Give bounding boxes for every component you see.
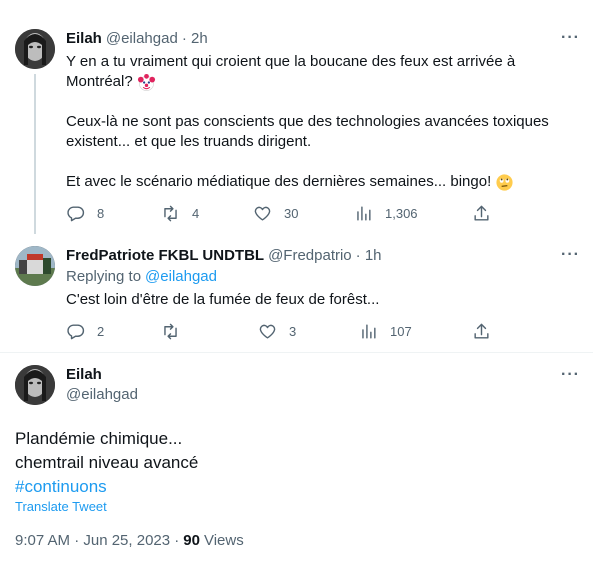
share-button[interactable] xyxy=(472,204,503,223)
reply-icon xyxy=(67,206,85,222)
hashtag-link[interactable]: #continuons xyxy=(15,475,198,499)
timestamp[interactable]: · 2h xyxy=(182,30,208,47)
clown-emoji-icon xyxy=(137,73,155,91)
retweet-count: 4 xyxy=(192,206,200,221)
tweet-text: C'est loin d'être de la fumée de feux de… xyxy=(66,291,380,308)
views-count: 1,306 xyxy=(385,206,418,221)
tweet-header: Eilah @eilahgad · 2h xyxy=(66,30,208,47)
like-icon xyxy=(259,324,276,339)
avatar[interactable] xyxy=(15,365,55,405)
views-icon xyxy=(357,206,371,221)
tweet-meta: 9:07 AM · Jun 25, 2023 · 90 Views xyxy=(15,532,244,549)
more-icon[interactable]: ··· xyxy=(561,246,580,264)
views-button[interactable]: 1,306 xyxy=(354,204,418,223)
views-label: Views xyxy=(203,532,244,549)
replying-label: Replying to xyxy=(66,268,142,285)
retweet-button[interactable] xyxy=(161,322,192,341)
tweet-line: existent... et que les truands dirigent. xyxy=(66,133,312,150)
translate-tweet-link[interactable]: Translate Tweet xyxy=(15,499,107,514)
views-button[interactable]: 107 xyxy=(359,322,412,341)
replying-to: Replying to @eilahgad xyxy=(66,268,217,285)
handle[interactable]: @eilahgad xyxy=(106,30,178,47)
handle[interactable]: @eilahgad xyxy=(66,386,138,403)
avatar[interactable] xyxy=(15,29,55,69)
reply-icon xyxy=(67,324,85,340)
tweet-line: Ceux-là ne sont pas conscients que des t… xyxy=(66,113,549,130)
reply-button[interactable]: 2 xyxy=(66,322,104,341)
retweet-icon xyxy=(164,323,177,340)
post-timestamp[interactable]: 9:07 AM · Jun 25, 2023 · xyxy=(15,532,179,549)
display-name[interactable]: FredPatriote FKBL UNDTBL xyxy=(66,247,264,264)
tweet-line: Montréal? xyxy=(66,73,133,90)
timestamp[interactable]: · 1h xyxy=(356,247,382,264)
display-name[interactable]: Eilah xyxy=(66,366,102,383)
more-icon[interactable]: ··· xyxy=(561,29,580,47)
replying-handle-link[interactable]: @eilahgad xyxy=(145,268,217,285)
avatar-image xyxy=(15,246,55,286)
tweet-header: FredPatriote FKBL UNDTBL @Fredpatrio · 1… xyxy=(66,247,382,264)
share-icon xyxy=(474,323,489,339)
views-total: 90 xyxy=(183,532,200,549)
eyeroll-emoji-icon xyxy=(496,173,513,191)
handle[interactable]: @Fredpatrio xyxy=(268,247,352,264)
reply-count: 8 xyxy=(97,206,105,221)
tweet-text: Y en a tu vraiment qui croient que la bo… xyxy=(66,52,549,192)
tweet-line: Et avec le scénario médiatique des derni… xyxy=(66,173,492,190)
avatar-image xyxy=(15,365,55,405)
views-count: 107 xyxy=(390,324,412,339)
like-count: 30 xyxy=(284,206,299,221)
divider xyxy=(0,352,593,353)
views-icon xyxy=(362,324,376,339)
retweet-icon xyxy=(164,205,177,222)
avatar[interactable] xyxy=(15,246,55,286)
more-icon[interactable]: ··· xyxy=(561,366,580,384)
share-icon xyxy=(474,205,489,221)
retweet-button[interactable]: 4 xyxy=(161,204,199,223)
tweet-line: Plandémie chimique... xyxy=(15,429,183,448)
reply-button[interactable]: 8 xyxy=(66,204,104,223)
like-button[interactable]: 30 xyxy=(253,204,298,223)
tweet-line: Y en a tu vraiment qui croient que la bo… xyxy=(66,53,516,70)
like-count: 3 xyxy=(289,324,297,339)
avatar-image xyxy=(15,29,55,69)
share-button[interactable] xyxy=(472,322,503,341)
thread-line xyxy=(34,74,36,234)
like-button[interactable]: 3 xyxy=(258,322,296,341)
tweet-line: chemtrail niveau avancé xyxy=(15,453,199,472)
reply-count: 2 xyxy=(97,324,105,339)
main-tweet-text: Plandémie chimique... chemtrail niveau a… xyxy=(15,427,198,499)
like-icon xyxy=(254,206,271,221)
display-name[interactable]: Eilah xyxy=(66,30,102,47)
